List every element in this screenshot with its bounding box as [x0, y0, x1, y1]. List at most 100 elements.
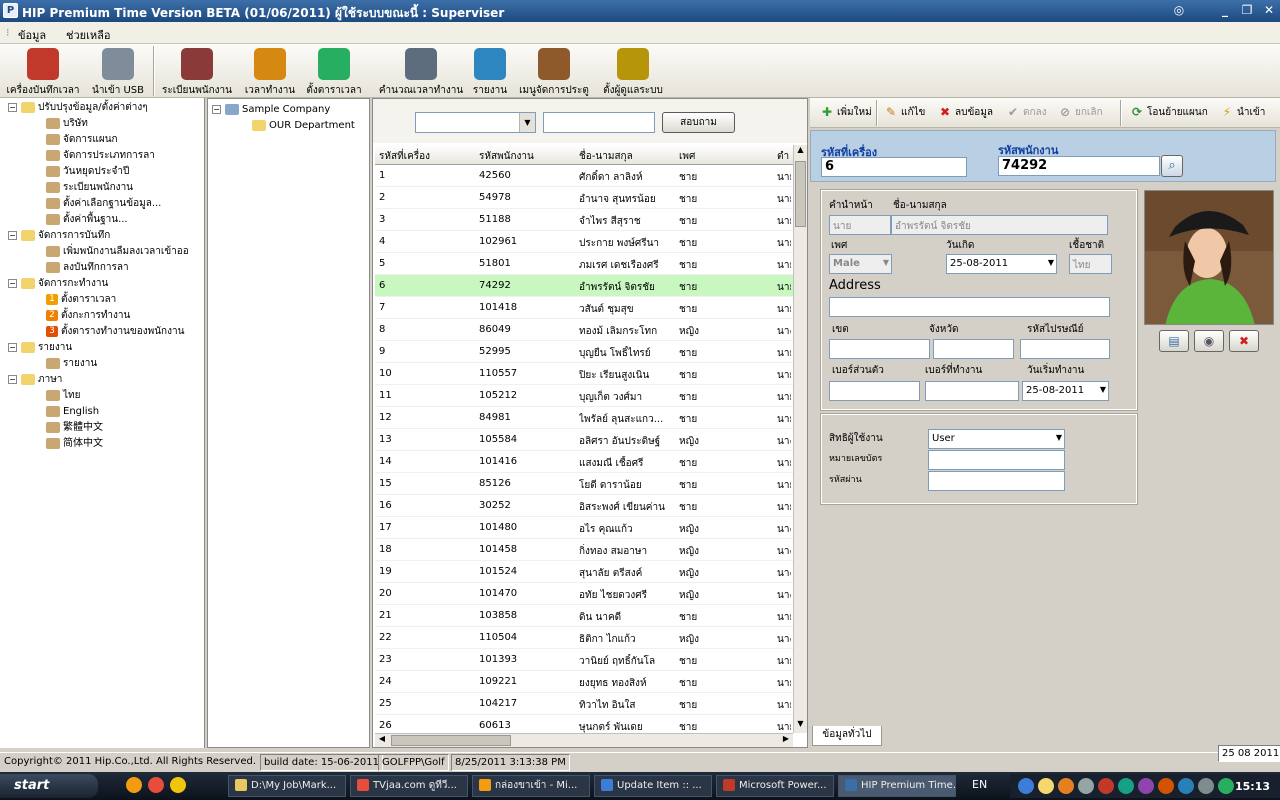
- firefox-icon[interactable]: [126, 777, 142, 793]
- table-row[interactable]: 13 105584 อลิศรา อันประดิษฐ์ หญิง นาง: [375, 429, 793, 451]
- table-row[interactable]: 21 103858 ดิน นาคดี ชาย นาย: [375, 605, 793, 627]
- search-icon[interactable]: ⌕: [1161, 155, 1183, 177]
- column-header[interactable]: รหัสพนักงาน: [479, 149, 534, 164]
- collapse-icon[interactable]: −: [212, 104, 221, 114]
- tray-icon[interactable]: [1138, 778, 1154, 794]
- table-row[interactable]: 23 101393 วานิยย์ ฤทธิ์กันโล ชาย นาย: [375, 649, 793, 671]
- table-row[interactable]: 16 30252 อิสระพงศ์ เขียนค่าน ชาย นาย: [375, 495, 793, 517]
- table-row[interactable]: 25 104217 ทิวาไท อินใส ชาย นาย: [375, 693, 793, 715]
- hscroll-thumb[interactable]: [391, 735, 511, 746]
- tree-node[interactable]: − ภาษา: [8, 372, 62, 388]
- tree-node[interactable]: 1 ตั้งตาราเวลา: [46, 292, 116, 308]
- province-input[interactable]: [933, 339, 1014, 359]
- department-node[interactable]: OUR Department: [252, 118, 355, 134]
- table-row[interactable]: 11 105212 บุญเก็ต วงศ์มา ชาย นาย: [375, 385, 793, 407]
- collapse-icon[interactable]: −: [8, 230, 17, 240]
- tree-node[interactable]: ลงบันทึกการลา: [46, 260, 129, 276]
- detail-button-3[interactable]: ✔ ตกลง: [1006, 105, 1047, 120]
- column-header[interactable]: ตำ: [777, 149, 789, 164]
- tree-node[interactable]: − จัดการการบันทึก: [8, 228, 110, 244]
- table-row[interactable]: 3 51188 จำไพร สีสุราช ชาย นาย: [375, 209, 793, 231]
- detail-button-6[interactable]: ⚡ นำเข้า: [1220, 105, 1266, 120]
- chrome-icon[interactable]: [148, 777, 164, 793]
- vertical-scrollbar[interactable]: ▲ ▼: [793, 145, 807, 733]
- chevron-down-icon[interactable]: ▼: [1100, 385, 1106, 394]
- tree-node[interactable]: 2 ตั้งกะการทำงาน: [46, 308, 130, 324]
- table-row[interactable]: 9 52995 บุญยืน โพธิ์ไทรย์ ชาย นาย: [375, 341, 793, 363]
- table-row[interactable]: 4 102961 ประกาย พงษ์ศรีนา ชาย นาย: [375, 231, 793, 253]
- tree-node[interactable]: − รายงาน: [8, 340, 72, 356]
- tree-node[interactable]: บริษัท: [46, 116, 88, 132]
- horizontal-scrollbar[interactable]: ◀ ▶: [375, 733, 793, 747]
- sex-select[interactable]: Male ▼: [829, 254, 892, 274]
- table-row[interactable]: 5 51801 ภมเรศ เดชเรืองศรี ชาย นาย: [375, 253, 793, 275]
- collapse-icon[interactable]: −: [8, 102, 17, 112]
- collapse-icon[interactable]: −: [8, 342, 17, 352]
- column-header[interactable]: เพศ: [679, 149, 695, 164]
- toolbar-button-2[interactable]: ระเบียนพนักงาน: [160, 46, 234, 96]
- tray-icon[interactable]: [1098, 778, 1114, 794]
- table-row[interactable]: 14 101416 แสงมณี เชื้อศรี ชาย นาย: [375, 451, 793, 473]
- toolbar-button-6[interactable]: รายงาน: [470, 46, 510, 96]
- tree-node[interactable]: จัดการประเภทการลา: [46, 148, 155, 164]
- language-indicator[interactable]: EN: [972, 778, 987, 791]
- column-header[interactable]: รหัสที่เครื่อง: [379, 149, 430, 164]
- detail-button-5[interactable]: ⟳ โอนย้ายแผนก: [1130, 105, 1208, 120]
- tray-icon[interactable]: [1178, 778, 1194, 794]
- tree-node[interactable]: รายงาน: [46, 356, 97, 372]
- table-row[interactable]: 18 101458 กิ่งทอง สมอาษา หญิง นาง: [375, 539, 793, 561]
- tray-icon[interactable]: [1118, 778, 1134, 794]
- photo-camera-button[interactable]: ◉: [1194, 330, 1224, 352]
- taskbar-task[interactable]: กล่องขาเข้า - Mi...: [472, 775, 590, 797]
- prefix-input[interactable]: นาย: [829, 215, 891, 235]
- close-button[interactable]: ✕: [1260, 3, 1278, 19]
- employee-id-input[interactable]: 74292: [998, 156, 1160, 176]
- card-input[interactable]: [928, 450, 1065, 470]
- table-row[interactable]: 8 86049 ทองม้ เลิมกระโทก หญิง นาง: [375, 319, 793, 341]
- start-button[interactable]: start: [0, 774, 98, 798]
- taskbar-task[interactable]: TVjaa.com ดูทีวี...: [350, 775, 468, 797]
- chevron-down-icon[interactable]: ▼: [519, 113, 535, 132]
- tree-node[interactable]: วันหยุดประจำปี: [46, 164, 129, 180]
- nation-input[interactable]: ไทย: [1069, 254, 1112, 274]
- toolbar-button-5[interactable]: คำนวณเวลาทำงาน: [378, 46, 464, 96]
- detail-button-0[interactable]: ✚ เพิ่มใหม่: [820, 105, 872, 120]
- taskbar-task[interactable]: D:\My Job\Mark...: [228, 775, 346, 797]
- collapse-icon[interactable]: −: [8, 278, 17, 288]
- toolbar-button-1[interactable]: นำเข้า USB: [88, 46, 148, 96]
- toolbar-button-0[interactable]: เครื่องบันทึกเวลา: [2, 46, 84, 96]
- tray-icon[interactable]: [1038, 778, 1054, 794]
- help-icon[interactable]: ◎: [1170, 3, 1188, 19]
- table-row[interactable]: 20 101470 อทัย ไชยดวงศรี หญิง นาง: [375, 583, 793, 605]
- detail-button-4[interactable]: ⊘ ยกเลิก: [1058, 105, 1103, 120]
- tab-general-info[interactable]: ข้อมูลทั่วไป: [812, 726, 882, 746]
- tree-node[interactable]: ระเบียนพนักงาน: [46, 180, 133, 196]
- table-row[interactable]: 17 101480 อไร คุณแก้ว หญิง นาง: [375, 517, 793, 539]
- minimize-button[interactable]: _: [1216, 3, 1234, 19]
- tray-icon[interactable]: [1218, 778, 1234, 794]
- table-row[interactable]: 24 109221 ยงยุทธ ทองสิงห์ ชาย นาย: [375, 671, 793, 693]
- start-date-picker[interactable]: 25-08-2011 ▼: [1022, 381, 1109, 401]
- tree-node[interactable]: − ปรับปรุงข้อมูล/ตั้งค่าต่างๆ: [8, 100, 148, 116]
- detail-button-2[interactable]: ✖ ลบข้อมูล: [938, 105, 993, 120]
- taskbar-task[interactable]: HIP Premium Time...: [838, 775, 956, 797]
- scroll-right-icon[interactable]: ▶: [779, 734, 793, 743]
- photo-delete-button[interactable]: ✖: [1229, 330, 1259, 352]
- collapse-icon[interactable]: −: [8, 374, 17, 384]
- tree-node[interactable]: จัดการแผนก: [46, 132, 118, 148]
- machine-id-input[interactable]: 6: [821, 157, 967, 177]
- filter-text-input[interactable]: [543, 112, 655, 133]
- toolbar-button-8[interactable]: ตั้งผู้ดูแลระบบ: [598, 46, 668, 96]
- tree-node[interactable]: 简体中文: [46, 436, 103, 452]
- mobile-input[interactable]: [829, 381, 920, 401]
- scroll-left-icon[interactable]: ◀: [375, 734, 389, 743]
- company-node[interactable]: − Sample Company: [212, 102, 330, 118]
- tree-node[interactable]: เพิ่มพนักงานลืมลงเวลาเข้าออ: [46, 244, 189, 260]
- tree-node[interactable]: 3 ตั้งตารางทำงานของพนักงาน: [46, 324, 184, 340]
- tray-icon[interactable]: [1078, 778, 1094, 794]
- menu-data[interactable]: ข้อมูล: [18, 26, 46, 44]
- tray-icon[interactable]: [1018, 778, 1034, 794]
- photo-browse-button[interactable]: ▤: [1159, 330, 1189, 352]
- taskbar-task[interactable]: Update Item :: ...: [594, 775, 712, 797]
- tree-node[interactable]: ตั้งค่าพื้นฐาน...: [46, 212, 128, 228]
